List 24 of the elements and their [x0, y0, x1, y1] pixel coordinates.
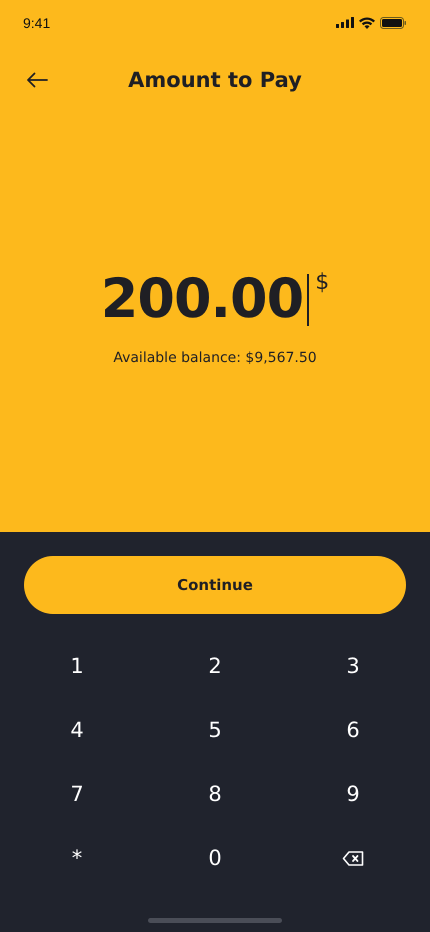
page-title: Amount to Pay	[128, 68, 302, 92]
continue-button[interactable]: Continue	[24, 556, 406, 614]
keypad-key[interactable]: *	[8, 826, 146, 890]
wifi-icon	[359, 16, 375, 28]
keypad-key[interactable]: 3	[284, 634, 422, 698]
signal-icon	[336, 17, 354, 28]
text-cursor	[307, 274, 310, 326]
keypad-key[interactable]: 7	[8, 762, 146, 826]
available-balance: Available balance: $9,567.50	[113, 350, 317, 366]
status-time: 9:41	[23, 14, 50, 30]
battery-icon	[380, 16, 406, 28]
keypad-key[interactable]: 4	[8, 698, 146, 762]
amount-value[interactable]: 200.00	[100, 268, 304, 330]
back-button[interactable]	[26, 72, 48, 88]
keypad-key[interactable]: 6	[284, 698, 422, 762]
currency-symbol: $	[315, 270, 330, 295]
keypad-key[interactable]: 0	[146, 826, 284, 890]
keypad-key[interactable]: 5	[146, 698, 284, 762]
backspace-icon	[342, 850, 364, 866]
back-arrow-icon	[26, 72, 48, 88]
keypad-key[interactable]: 9	[284, 762, 422, 826]
keypad-key[interactable]: 1	[8, 634, 146, 698]
keypad-key[interactable]: 2	[146, 634, 284, 698]
keypad-key[interactable]: 8	[146, 762, 284, 826]
